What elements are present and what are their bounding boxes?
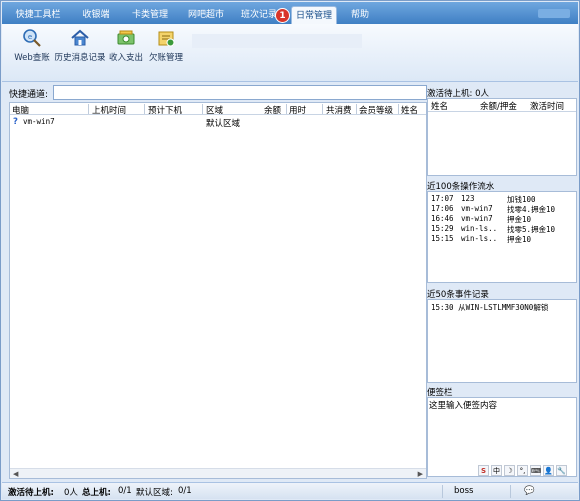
col-separator xyxy=(88,104,89,114)
computer-list-header: 电脑 上机时间 预计下机 区域 余额 用时 共消费 会员等级 姓名 xyxy=(10,103,426,116)
app-window: 快捷工具栏 收银端 卡类管理 网吧超市 班次记录 1 日常管理 帮助 e Web… xyxy=(0,0,580,501)
ops-action: 押金10 xyxy=(507,235,532,244)
ops-time: 16:46 xyxy=(431,214,454,223)
col-separator xyxy=(322,104,323,114)
col-separator xyxy=(286,104,287,114)
debt-management-label: 欠账管理 xyxy=(148,53,183,63)
col-member-level[interactable]: 会员等级 xyxy=(359,104,393,116)
scroll-right-icon[interactable]: ▶ xyxy=(418,470,423,478)
svg-text:e: e xyxy=(28,33,32,41)
money-icon xyxy=(117,30,135,45)
scroll-left-icon[interactable]: ◀ xyxy=(13,470,18,478)
ribbon-toolbar: e Web查账 历史消息记录 收入支出 欠账管理 xyxy=(2,24,578,82)
col-name[interactable]: 姓名 xyxy=(401,104,418,116)
web-check-button[interactable]: e Web查账 xyxy=(12,28,52,68)
quick-channel-input[interactable] xyxy=(53,85,427,100)
col-used-time[interactable]: 用时 xyxy=(289,104,306,116)
col-separator xyxy=(356,104,357,114)
status-total-value: 0/1 xyxy=(118,486,132,496)
tab-daily-management[interactable]: 日常管理 xyxy=(291,6,337,25)
table-row[interactable]: ? vm-win7 默认区域 xyxy=(10,117,426,129)
status-active-label: 激活待上机: xyxy=(8,488,54,498)
status-zone-value: 0/1 xyxy=(178,486,192,496)
row-computer: vm-win7 xyxy=(23,117,55,126)
notification-badge: 1 xyxy=(275,8,290,23)
col-balance[interactable]: 余额 xyxy=(264,104,281,116)
events-list: 15:30 从WIN-LSTLMMF30N0解锁 xyxy=(427,299,577,383)
status-divider xyxy=(442,485,443,498)
tab-help[interactable]: 帮助 xyxy=(346,6,374,24)
computer-list: 电脑 上机时间 预计下机 区域 余额 用时 共消费 会员等级 姓名 ? vm-w… xyxy=(9,102,427,479)
col-zone[interactable]: 区域 xyxy=(206,104,223,116)
income-expense-label: 收入支出 xyxy=(108,53,143,63)
ime-chinese-icon[interactable]: 中 xyxy=(491,464,502,476)
ops-time: 17:07 xyxy=(431,194,454,203)
message-history-label: 历史消息记录 xyxy=(54,53,106,63)
ops-time: 15:15 xyxy=(431,234,454,243)
tab-shift-records[interactable]: 班次记录 xyxy=(238,6,280,24)
income-expense-button[interactable]: 收入支出 xyxy=(108,28,144,68)
user-icon[interactable]: 👤 xyxy=(543,464,554,476)
col-start-time[interactable]: 上机时间 xyxy=(92,104,126,116)
ops-time: 15:29 xyxy=(431,224,454,233)
status-bar: 激活待上机: 0人 总上机: 0/1 默认区域: 0/1 boss 💬 xyxy=(2,482,578,499)
chat-icon[interactable]: 💬 xyxy=(524,486,535,496)
ops-who: vm-win7 xyxy=(461,214,493,223)
tab-quick-tools[interactable]: 快捷工具栏 xyxy=(10,6,66,24)
notes-placeholder: 这里输入便签内容 xyxy=(429,401,498,411)
ops-extra: 押金10 xyxy=(531,205,556,214)
col-separator xyxy=(202,104,203,114)
web-search-icon: e xyxy=(23,29,41,47)
ribbon-placeholder xyxy=(192,34,362,48)
keyboard-icon[interactable]: ⌨ xyxy=(530,464,541,476)
ops-list: 17:07 123 加钱100 17:06 vm-win7 找零4... 押金10 16:… xyxy=(427,191,577,283)
quick-channel: 快捷通道: xyxy=(9,85,427,101)
wrench-icon[interactable]: 🔧 xyxy=(556,464,567,476)
debt-icon xyxy=(158,31,175,47)
tab-bar: 快捷工具栏 收银端 卡类管理 网吧超市 班次记录 1 日常管理 帮助 xyxy=(2,2,578,25)
ops-who: vm-win7 xyxy=(461,204,493,213)
tab-cafe-market[interactable]: 网吧超市 xyxy=(182,6,230,24)
status-total-label: 总上机: xyxy=(82,488,111,498)
message-history-button[interactable]: 历史消息记录 xyxy=(54,28,106,68)
col-consume[interactable]: 共消费 xyxy=(326,104,352,116)
debt-management-button[interactable]: 欠账管理 xyxy=(146,28,186,68)
ops-who: win-ls.. xyxy=(461,234,498,243)
ime-punct-icon[interactable]: °, xyxy=(517,464,528,476)
col-separator xyxy=(398,104,399,114)
ime-toolbar: S 中 ☽ °, ⌨ 👤 🔧 xyxy=(478,463,576,477)
quick-channel-label: 快捷通道: xyxy=(9,90,49,100)
status-user: boss xyxy=(454,486,474,496)
logo xyxy=(538,9,570,18)
ops-time: 17:06 xyxy=(431,204,454,213)
col-end-time[interactable]: 预计下机 xyxy=(148,104,182,116)
ime-moon-icon[interactable]: ☽ xyxy=(504,464,515,476)
ops-extra: 押金10 xyxy=(531,225,556,234)
ops-who: 123 xyxy=(461,194,475,203)
unknown-status-icon: ? xyxy=(13,117,18,127)
row-zone: 默认区域 xyxy=(206,119,241,129)
status-divider xyxy=(510,485,511,498)
horizontal-scrollbar[interactable]: ◀ ▶ xyxy=(10,468,426,478)
active-list: 姓名 余额/押金 激活时间 xyxy=(427,98,577,176)
col-separator xyxy=(144,104,145,114)
col-computer[interactable]: 电脑 xyxy=(12,104,29,116)
tab-cashier[interactable]: 收银端 xyxy=(76,6,116,24)
ops-who: win-ls.. xyxy=(461,224,498,233)
status-zone-label: 默认区域: xyxy=(136,488,173,498)
tab-card-management[interactable]: 卡类管理 xyxy=(126,6,174,24)
ime-logo-icon[interactable]: S xyxy=(478,464,489,476)
web-check-label: Web查账 xyxy=(14,53,50,63)
status-active-value: 0人 xyxy=(64,488,78,498)
list-item: 15:30 从WIN-LSTLMMF30N0解锁 xyxy=(431,303,549,312)
home-icon xyxy=(71,29,89,46)
